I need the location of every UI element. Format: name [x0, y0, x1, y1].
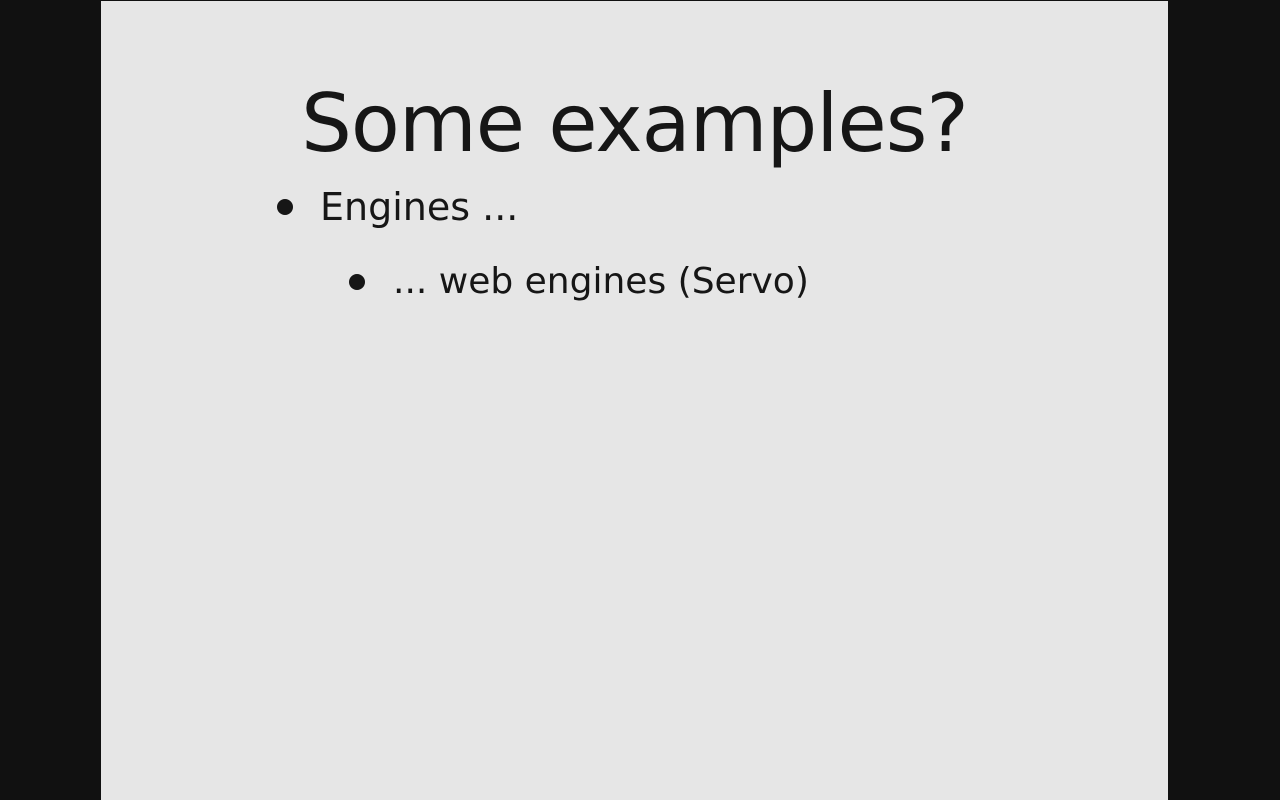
presentation-viewer: Some examples? Engines ... ... web engin…	[0, 0, 1280, 800]
slide-title: Some examples?	[301, 77, 969, 170]
bullet-text: ... web engines (Servo)	[393, 261, 809, 302]
slide: Some examples? Engines ... ... web engin…	[101, 1, 1168, 800]
bullet-item-level-1: Engines ...	[277, 184, 518, 230]
bullet-item-level-2: ... web engines (Servo)	[349, 260, 809, 304]
bullet-text: Engines ...	[320, 185, 519, 229]
bullet-icon	[277, 199, 293, 215]
bullet-icon	[349, 274, 365, 290]
